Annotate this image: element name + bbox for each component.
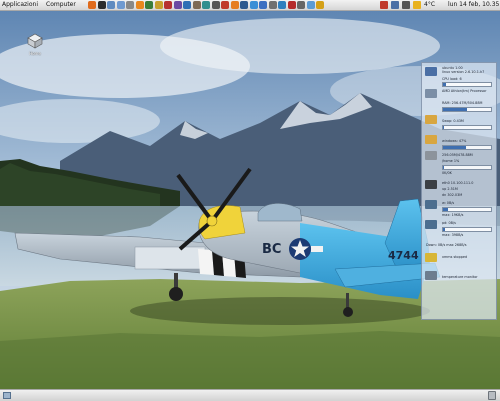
sysmon-line: up 2.51M [442, 187, 458, 191]
volume-icon[interactable] [402, 1, 410, 9]
settings-icon[interactable] [126, 1, 134, 9]
swap-icon [425, 115, 437, 124]
file-manager-icon[interactable] [107, 1, 115, 9]
download-icon [425, 220, 437, 229]
sysmon-line: eth0 10.100.111.0 [442, 181, 474, 185]
show-desktop-icon[interactable] [3, 392, 11, 399]
sysmon-line: max: 398B/s [442, 233, 464, 237]
weather-sun-icon[interactable] [413, 1, 421, 9]
sysmon-line: windows: 47% [442, 139, 467, 143]
sysmon-line: /home 1% [442, 159, 460, 163]
svg-text:BC: BC [262, 242, 281, 257]
sysmon-line: Swap: 0.43M [442, 119, 464, 123]
chat-icon[interactable] [145, 1, 153, 9]
drive-icon [27, 33, 43, 49]
sysmon-line: 256.05M/478.88M [442, 153, 473, 157]
home-bar [442, 165, 492, 170]
weather-temperature[interactable]: 4°C [424, 0, 435, 10]
top-panel: Applicazioni Computer 4°C lun 14 feb, 10… [0, 0, 500, 11]
desktop-home-icon[interactable]: Home [20, 32, 50, 56]
thermometer-icon [425, 271, 437, 280]
upload-bar [442, 207, 492, 212]
cone-icon[interactable] [135, 1, 144, 9]
paint-icon[interactable] [221, 1, 229, 9]
disk-bar [442, 145, 492, 150]
sysmon-line: linux version 2.6.10-1-k7 [442, 70, 485, 74]
help-icon[interactable] [259, 1, 267, 9]
search-icon[interactable] [297, 1, 305, 9]
calculator-icon[interactable] [211, 1, 220, 9]
sysmon-line: pd: 0B/s [442, 221, 456, 225]
music-icon[interactable] [183, 1, 191, 9]
sysmon-line: max: 19KB/s [442, 213, 464, 217]
sysmon-line: dn 302.03M [442, 193, 463, 197]
cpu-bar [442, 82, 492, 87]
star-icon[interactable] [316, 1, 324, 9]
sysmon-line: CPU load: 6 [442, 77, 462, 81]
sysmon-line: RAM: 256.47M/504.88M [442, 101, 483, 105]
sysmon-line: Down: 0B/s max 268B/s [426, 243, 467, 247]
disk-icon [425, 135, 437, 144]
firefox-icon[interactable] [88, 1, 96, 9]
menu-computer[interactable]: Computer [46, 0, 76, 10]
mail-notify-icon[interactable] [380, 1, 388, 9]
download-bar [442, 227, 492, 232]
gimp-icon[interactable] [192, 1, 201, 9]
office-icon[interactable] [240, 1, 248, 9]
pdf-icon[interactable] [287, 1, 296, 9]
bottom-panel [0, 389, 500, 401]
system-monitor-widget: ubuntu 1.00 linux version 2.6.10-1-k7 CP… [421, 62, 497, 320]
sysmon-line: xmms stopped [442, 255, 468, 259]
clock[interactable]: lun 14 feb, 10.35.17 [448, 0, 500, 10]
swap-bar [442, 125, 492, 130]
upload-icon [425, 200, 437, 209]
sysmon-line: temperature monitor [442, 275, 478, 279]
sysmon-line: AMD Athlon(tm) Processor [442, 89, 487, 93]
ram-bar [442, 107, 492, 112]
text-editor-icon[interactable] [116, 1, 125, 9]
network-card-icon [425, 180, 437, 189]
photo-icon[interactable] [173, 1, 182, 9]
sysmon-line: w: 0B/s [442, 201, 455, 205]
cpu-icon [425, 89, 437, 98]
globe-icon[interactable] [278, 1, 286, 9]
desktop-icon-label: Home [29, 51, 41, 56]
clock-icon[interactable] [268, 1, 277, 9]
network-tray-icon[interactable] [391, 1, 399, 9]
harddisk-icon [425, 151, 437, 160]
svg-text:4744: 4744 [388, 249, 419, 262]
blender-icon[interactable] [230, 1, 239, 9]
chat-bubble-icon[interactable] [306, 1, 315, 9]
trash-icon[interactable] [488, 391, 496, 400]
network-icon[interactable] [202, 1, 210, 9]
menu-applications[interactable]: Applicazioni [2, 0, 38, 10]
mail-icon[interactable] [154, 1, 163, 9]
browser-icon[interactable] [249, 1, 258, 9]
sysmon-line: 0K/0K [442, 171, 452, 175]
terminal-icon[interactable] [97, 1, 106, 9]
xmms-icon [425, 253, 437, 262]
ubuntu-logo-icon [425, 67, 437, 76]
media-player-icon[interactable] [164, 1, 172, 9]
